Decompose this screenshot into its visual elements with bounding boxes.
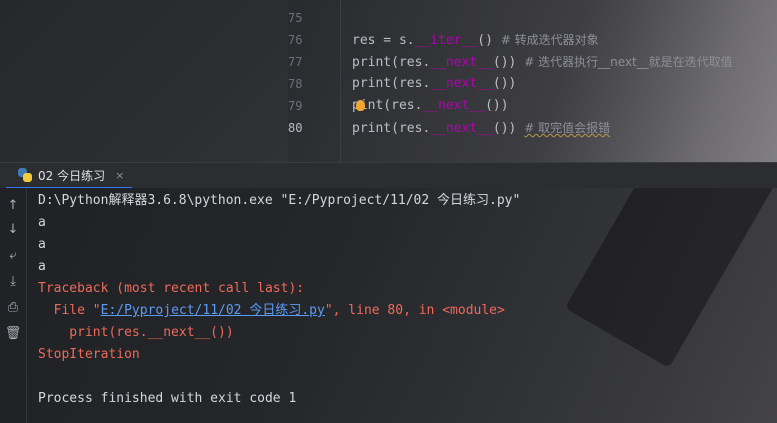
traceback-file-line: File "E:/Pyproject/11/02 今日练习.py", line … bbox=[38, 303, 505, 318]
run-tool-window-header: 02 今日练习 × bbox=[0, 162, 777, 190]
traceback-header: Traceback (most recent call last): bbox=[38, 281, 305, 296]
console-output-line: a bbox=[38, 259, 46, 274]
code-line-75[interactable]: 75 bbox=[288, 7, 320, 29]
console-toolbar: ↑ ↓ ⤶ ⤓ ⎙ 🗑 bbox=[0, 188, 27, 423]
line-number: 77 bbox=[288, 55, 303, 69]
console-command-line: D:\Python解释器3.6.8\python.exe "E:/Pyproje… bbox=[38, 193, 521, 208]
line-number: 75 bbox=[288, 11, 303, 25]
trash-icon[interactable]: 🗑 bbox=[3, 324, 23, 344]
line-number: 76 bbox=[288, 33, 303, 47]
editor-background-left bbox=[0, 0, 288, 162]
soft-wrap-icon[interactable]: ⤶ bbox=[3, 246, 23, 266]
line-number: 78 bbox=[288, 77, 303, 91]
close-icon[interactable]: × bbox=[115, 169, 124, 182]
code-text: print(res.__next__()) # 迭代器执行__next__就是在… bbox=[352, 55, 733, 70]
traceback-file-link[interactable]: E:/Pyproject/11/02 今日练习.py bbox=[101, 303, 325, 318]
arrow-down-icon[interactable]: ↓ bbox=[3, 220, 23, 240]
code-text: print(res.__next__()) bbox=[352, 76, 517, 91]
code-line-76[interactable]: 76 res = s.__iter__() # 转成迭代器对象 bbox=[288, 29, 599, 51]
console-output-line: a bbox=[38, 215, 46, 230]
code-text: print(res.__next__()) # 取完值会报错 bbox=[352, 121, 611, 136]
code-comment: # 迭代器执行__next__就是在迭代取值 bbox=[524, 55, 733, 69]
code-line-78[interactable]: 78 print(res.__next__()) bbox=[288, 73, 516, 95]
code-line-79[interactable]: 79 pint(res.__next__()) bbox=[288, 95, 509, 117]
python-icon bbox=[18, 168, 32, 182]
tab-run-config[interactable]: 02 今日练习 × bbox=[6, 163, 133, 189]
code-text: pint(res.__next__()) bbox=[352, 95, 509, 117]
exit-message: Process finished with exit code 1 bbox=[38, 391, 297, 406]
console-output-line: a bbox=[38, 237, 46, 252]
code-text: res = s.__iter__() # 转成迭代器对象 bbox=[352, 33, 599, 48]
line-number: 79 bbox=[288, 99, 303, 113]
code-line-80[interactable]: 80 print(res.__next__()) # 取完值会报错 bbox=[288, 117, 610, 139]
background-keyboard-decoration bbox=[565, 188, 777, 369]
scroll-to-end-icon[interactable]: ⤓ bbox=[3, 272, 23, 292]
print-icon[interactable]: ⎙ bbox=[3, 298, 23, 318]
arrow-up-icon[interactable]: ↑ bbox=[3, 196, 23, 216]
tab-label: 02 今日练习 bbox=[38, 168, 106, 183]
error-name: StopIteration bbox=[38, 347, 140, 362]
run-console[interactable]: ↑ ↓ ⤶ ⤓ ⎙ 🗑 D:\Python解释器3.6.8\python.exe… bbox=[0, 188, 777, 423]
gutter-divider bbox=[340, 0, 341, 162]
code-comment: # 取完值会报错 bbox=[524, 121, 611, 135]
lightbulb-icon[interactable] bbox=[355, 100, 365, 111]
code-line-77[interactable]: 77 print(res.__next__()) # 迭代器执行__next__… bbox=[288, 51, 733, 73]
code-editor[interactable]: 75 76 res = s.__iter__() # 转成迭代器对象 77 pr… bbox=[0, 0, 777, 162]
code-comment: # 转成迭代器对象 bbox=[500, 33, 599, 47]
traceback-code-line: print(res.__next__()) bbox=[38, 325, 234, 340]
line-number: 80 bbox=[288, 121, 303, 135]
